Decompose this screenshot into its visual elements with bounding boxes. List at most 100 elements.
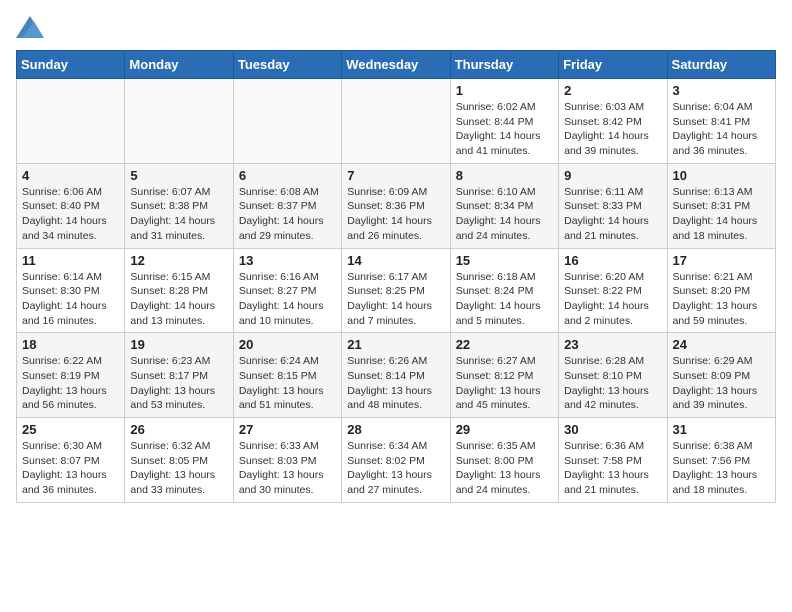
calendar-cell: 31Sunrise: 6:38 AMSunset: 7:56 PMDayligh… <box>667 418 775 503</box>
day-number: 9 <box>564 168 661 183</box>
day-number: 5 <box>130 168 227 183</box>
calendar-cell <box>125 79 233 164</box>
day-number: 30 <box>564 422 661 437</box>
day-number: 16 <box>564 253 661 268</box>
calendar-cell: 9 Sunrise: 6:11 AMSunset: 8:33 PMDaylight… <box>559 163 667 248</box>
day-info: Sunrise: 6:03 AMSunset: 8:42 PMDaylight:… <box>564 100 661 159</box>
calendar-cell: 1 Sunrise: 6:02 AMSunset: 8:44 PMDaylight… <box>450 79 558 164</box>
calendar-cell: 8 Sunrise: 6:10 AMSunset: 8:34 PMDaylight… <box>450 163 558 248</box>
calendar-week-row: 11 Sunrise: 6:14 AMSunset: 8:30 PMDayligh… <box>17 248 776 333</box>
calendar-cell: 27 Sunrise: 6:33 AMSunset: 8:03 PMDayligh… <box>233 418 341 503</box>
calendar-week-row: 25Sunrise: 6:30 AMSunset: 8:07 PMDayligh… <box>17 418 776 503</box>
day-info: Sunrise: 6:27 AMSunset: 8:12 PMDaylight:… <box>456 354 553 413</box>
day-info: Sunrise: 6:09 AMSunset: 8:36 PMDaylight:… <box>347 185 444 244</box>
calendar-cell: 15 Sunrise: 6:18 AMSunset: 8:24 PMDayligh… <box>450 248 558 333</box>
calendar-cell: 22 Sunrise: 6:27 AMSunset: 8:12 PMDayligh… <box>450 333 558 418</box>
day-info: Sunrise: 6:34 AMSunset: 8:02 PMDaylight:… <box>347 439 444 498</box>
day-info: Sunrise: 6:06 AMSunset: 8:40 PMDaylight:… <box>22 185 119 244</box>
day-number: 13 <box>239 253 336 268</box>
weekday-header-monday: Monday <box>125 51 233 79</box>
weekday-header-sunday: Sunday <box>17 51 125 79</box>
day-number: 15 <box>456 253 553 268</box>
weekday-header-thursday: Thursday <box>450 51 558 79</box>
day-number: 12 <box>130 253 227 268</box>
day-number: 17 <box>673 253 770 268</box>
day-info: Sunrise: 6:28 AMSunset: 8:10 PMDaylight:… <box>564 354 661 413</box>
calendar-week-row: 4 Sunrise: 6:06 AMSunset: 8:40 PMDaylight… <box>17 163 776 248</box>
day-number: 10 <box>673 168 770 183</box>
day-number: 4 <box>22 168 119 183</box>
calendar-cell: 21 Sunrise: 6:26 AMSunset: 8:14 PMDayligh… <box>342 333 450 418</box>
calendar-table: SundayMondayTuesdayWednesdayThursdayFrid… <box>16 50 776 503</box>
day-info: Sunrise: 6:23 AMSunset: 8:17 PMDaylight:… <box>130 354 227 413</box>
day-number: 27 <box>239 422 336 437</box>
day-number: 28 <box>347 422 444 437</box>
page-header <box>16 16 776 38</box>
calendar-cell: 10Sunrise: 6:13 AMSunset: 8:31 PMDayligh… <box>667 163 775 248</box>
calendar-cell: 5 Sunrise: 6:07 AMSunset: 8:38 PMDaylight… <box>125 163 233 248</box>
day-number: 11 <box>22 253 119 268</box>
day-info: Sunrise: 6:07 AMSunset: 8:38 PMDaylight:… <box>130 185 227 244</box>
calendar-cell: 17 Sunrise: 6:21 AMSunset: 8:20 PMDayligh… <box>667 248 775 333</box>
day-info: Sunrise: 6:11 AMSunset: 8:33 PMDaylight:… <box>564 185 661 244</box>
weekday-header-tuesday: Tuesday <box>233 51 341 79</box>
day-info: Sunrise: 6:22 AMSunset: 8:19 PMDaylight:… <box>22 354 119 413</box>
day-info: Sunrise: 6:18 AMSunset: 8:24 PMDaylight:… <box>456 270 553 329</box>
day-info: Sunrise: 6:21 AMSunset: 8:20 PMDaylight:… <box>673 270 770 329</box>
day-number: 19 <box>130 337 227 352</box>
day-number: 6 <box>239 168 336 183</box>
weekday-header-friday: Friday <box>559 51 667 79</box>
day-number: 24 <box>673 337 770 352</box>
day-number: 22 <box>456 337 553 352</box>
calendar-cell <box>17 79 125 164</box>
day-info: Sunrise: 6:29 AMSunset: 8:09 PMDaylight:… <box>673 354 770 413</box>
calendar-cell: 16Sunrise: 6:20 AMSunset: 8:22 PMDayligh… <box>559 248 667 333</box>
calendar-cell: 19 Sunrise: 6:23 AMSunset: 8:17 PMDayligh… <box>125 333 233 418</box>
day-info: Sunrise: 6:04 AMSunset: 8:41 PMDaylight:… <box>673 100 770 159</box>
day-info: Sunrise: 6:02 AMSunset: 8:44 PMDaylight:… <box>456 100 553 159</box>
calendar-cell: 18 Sunrise: 6:22 AMSunset: 8:19 PMDayligh… <box>17 333 125 418</box>
day-number: 18 <box>22 337 119 352</box>
day-info: Sunrise: 6:26 AMSunset: 8:14 PMDaylight:… <box>347 354 444 413</box>
day-info: Sunrise: 6:38 AMSunset: 7:56 PMDaylight:… <box>673 439 770 498</box>
calendar-cell: 6 Sunrise: 6:08 AMSunset: 8:37 PMDaylight… <box>233 163 341 248</box>
day-number: 7 <box>347 168 444 183</box>
day-number: 23 <box>564 337 661 352</box>
logo <box>16 16 48 38</box>
day-number: 25 <box>22 422 119 437</box>
day-info: Sunrise: 6:10 AMSunset: 8:34 PMDaylight:… <box>456 185 553 244</box>
day-info: Sunrise: 6:08 AMSunset: 8:37 PMDaylight:… <box>239 185 336 244</box>
calendar-week-row: 18 Sunrise: 6:22 AMSunset: 8:19 PMDayligh… <box>17 333 776 418</box>
day-info: Sunrise: 6:15 AMSunset: 8:28 PMDaylight:… <box>130 270 227 329</box>
weekday-header-saturday: Saturday <box>667 51 775 79</box>
calendar-cell: 28 Sunrise: 6:34 AMSunset: 8:02 PMDayligh… <box>342 418 450 503</box>
calendar-cell: 30Sunrise: 6:36 AMSunset: 7:58 PMDayligh… <box>559 418 667 503</box>
day-info: Sunrise: 6:16 AMSunset: 8:27 PMDaylight:… <box>239 270 336 329</box>
weekday-header-wednesday: Wednesday <box>342 51 450 79</box>
day-info: Sunrise: 6:33 AMSunset: 8:03 PMDaylight:… <box>239 439 336 498</box>
day-info: Sunrise: 6:14 AMSunset: 8:30 PMDaylight:… <box>22 270 119 329</box>
day-number: 8 <box>456 168 553 183</box>
calendar-header-row: SundayMondayTuesdayWednesdayThursdayFrid… <box>17 51 776 79</box>
calendar-cell <box>342 79 450 164</box>
day-number: 3 <box>673 83 770 98</box>
day-number: 1 <box>456 83 553 98</box>
calendar-cell: 2 Sunrise: 6:03 AMSunset: 8:42 PMDaylight… <box>559 79 667 164</box>
calendar-cell: 23 Sunrise: 6:28 AMSunset: 8:10 PMDayligh… <box>559 333 667 418</box>
calendar-cell: 24 Sunrise: 6:29 AMSunset: 8:09 PMDayligh… <box>667 333 775 418</box>
calendar-cell: 12 Sunrise: 6:15 AMSunset: 8:28 PMDayligh… <box>125 248 233 333</box>
logo-icon <box>16 16 44 38</box>
calendar-cell: 3 Sunrise: 6:04 AMSunset: 8:41 PMDaylight… <box>667 79 775 164</box>
day-number: 29 <box>456 422 553 437</box>
day-info: Sunrise: 6:17 AMSunset: 8:25 PMDaylight:… <box>347 270 444 329</box>
calendar-week-row: 1 Sunrise: 6:02 AMSunset: 8:44 PMDaylight… <box>17 79 776 164</box>
calendar-cell: 4 Sunrise: 6:06 AMSunset: 8:40 PMDaylight… <box>17 163 125 248</box>
day-number: 26 <box>130 422 227 437</box>
calendar-cell: 29 Sunrise: 6:35 AMSunset: 8:00 PMDayligh… <box>450 418 558 503</box>
calendar-cell: 7 Sunrise: 6:09 AMSunset: 8:36 PMDaylight… <box>342 163 450 248</box>
day-info: Sunrise: 6:35 AMSunset: 8:00 PMDaylight:… <box>456 439 553 498</box>
calendar-cell: 25Sunrise: 6:30 AMSunset: 8:07 PMDayligh… <box>17 418 125 503</box>
day-info: Sunrise: 6:32 AMSunset: 8:05 PMDaylight:… <box>130 439 227 498</box>
day-number: 21 <box>347 337 444 352</box>
day-number: 2 <box>564 83 661 98</box>
